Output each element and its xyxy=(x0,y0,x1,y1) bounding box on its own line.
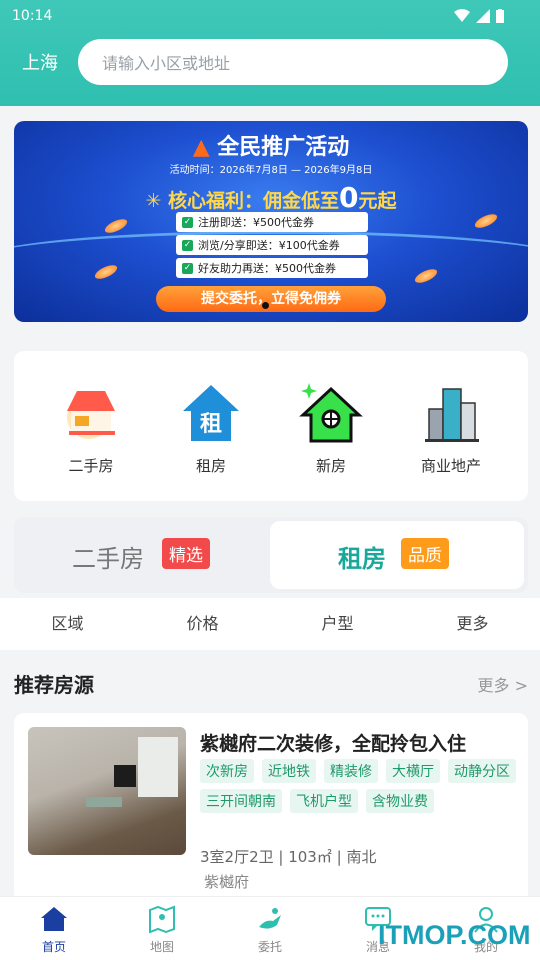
banner-core: ✳ 核心福利：佣金低至0元起 xyxy=(145,181,397,214)
header-bar: 10:14 上海 请输入小区或地址 xyxy=(0,0,540,106)
filter-price[interactable]: 价格 xyxy=(135,598,270,650)
category-card: 二手房 租 租房 新房 商业地产 xyxy=(14,351,528,501)
section-title: 推荐房源 xyxy=(14,673,94,697)
nav-entrust[interactable]: 委托 xyxy=(216,897,324,960)
wifi-icon xyxy=(454,9,470,22)
listing-tags: 次新房 近地铁 精装修 大横厅 动静分区 三开间朝南 飞机户型 含物业费 xyxy=(200,759,520,813)
status-time: 10:14 xyxy=(12,8,53,24)
home-icon xyxy=(41,907,67,931)
banner-benefit-row: ✓ 浏览/分享即送：¥100代金券 xyxy=(176,235,368,255)
battery-icon xyxy=(496,9,504,23)
listing-type-toggle: 二手房 精选 租房 品质 xyxy=(14,517,528,593)
signal-icon xyxy=(476,9,490,23)
tab-badge-selected: 精选 xyxy=(162,538,210,569)
search-input[interactable]: 请输入小区或地址 xyxy=(78,39,508,85)
commercial-building-icon xyxy=(425,388,479,442)
watermark: ITMOP.COM xyxy=(378,920,531,950)
category-rent[interactable]: 租 租房 xyxy=(156,381,266,476)
banner-time: 活动时间：2026年7月8日 — 2026年9月8日 xyxy=(169,165,373,176)
map-icon xyxy=(149,905,175,934)
category-new-house[interactable]: 新房 xyxy=(276,381,386,476)
house-icon xyxy=(67,391,115,439)
status-bar: 10:14 xyxy=(12,6,504,26)
listing-tag: 近地铁 xyxy=(262,759,316,783)
fire-icon: ▲ xyxy=(192,135,210,160)
check-icon: ✓ xyxy=(182,239,193,251)
listing-tag: 含物业费 xyxy=(366,789,434,813)
filter-area[interactable]: 区域 xyxy=(0,598,135,650)
category-label: 新房 xyxy=(315,457,346,475)
banner-benefit-row: ✓ 注册即送：¥500代金券 xyxy=(176,212,368,232)
listing-photo xyxy=(28,727,186,855)
more-link[interactable]: 更多 > xyxy=(478,672,529,696)
listing-tag: 三开间朝南 xyxy=(200,789,282,813)
banner-submit-button[interactable]: 提交委托，立得免佣券 xyxy=(156,286,386,312)
listing-meta: 3室2厅2卫 | 103㎡ | 南北 xyxy=(200,848,377,866)
rent-house-icon: 租 xyxy=(183,385,239,441)
category-second-hand[interactable]: 二手房 xyxy=(36,381,146,476)
filter-bar: 区域 价格 户型 更多 xyxy=(0,598,540,650)
listing-tag: 次新房 xyxy=(200,759,254,783)
listing-tag: 动静分区 xyxy=(448,759,516,783)
nav-home[interactable]: 首页 xyxy=(0,897,108,960)
category-label: 租房 xyxy=(195,457,226,475)
filter-layout[interactable]: 户型 xyxy=(270,598,405,650)
banner-title: 全民推广活动 xyxy=(217,135,350,160)
listing-tag: 大横厅 xyxy=(386,759,440,783)
listing-tag: 飞机户型 xyxy=(290,789,358,813)
category-label: 二手房 xyxy=(68,457,114,475)
flare-decoration xyxy=(103,216,129,236)
tab-badge-quality: 品质 xyxy=(401,538,449,569)
category-label: 商业地产 xyxy=(420,457,481,475)
check-icon: ✓ xyxy=(182,216,193,228)
coin-icon: ✳ xyxy=(145,190,162,212)
nav-map[interactable]: 地图 xyxy=(108,897,216,960)
listing-tag: 精装修 xyxy=(324,759,378,783)
new-house-icon xyxy=(299,383,363,443)
listing-community: 紫樾府 xyxy=(204,873,250,891)
tab-rent[interactable]: 租房 xyxy=(338,539,386,574)
check-icon: ✓ xyxy=(182,262,193,274)
flare-decoration xyxy=(473,211,499,231)
carousel-indicator xyxy=(262,302,269,309)
entrust-icon xyxy=(259,908,281,929)
filter-more[interactable]: 更多 xyxy=(405,598,540,650)
promo-banner[interactable]: ▲ 全民推广活动 活动时间：2026年7月8日 — 2026年9月8日 ✳ 核心… xyxy=(14,121,528,322)
svg-text:租: 租 xyxy=(200,412,222,437)
banner-benefit-row: ✓ 好友助力再送：¥500代金券 xyxy=(176,258,368,278)
tab-second-hand[interactable]: 二手房 xyxy=(72,539,144,574)
listing-title: 紫樾府二次装修，全配拎包入住 xyxy=(200,733,467,755)
city-selector[interactable]: 上海 xyxy=(22,49,58,75)
listing-card[interactable]: 紫樾府二次装修，全配拎包入住 次新房 近地铁 精装修 大横厅 动静分区 三开间朝… xyxy=(14,713,528,903)
category-commercial[interactable]: 商业地产 xyxy=(396,381,506,476)
